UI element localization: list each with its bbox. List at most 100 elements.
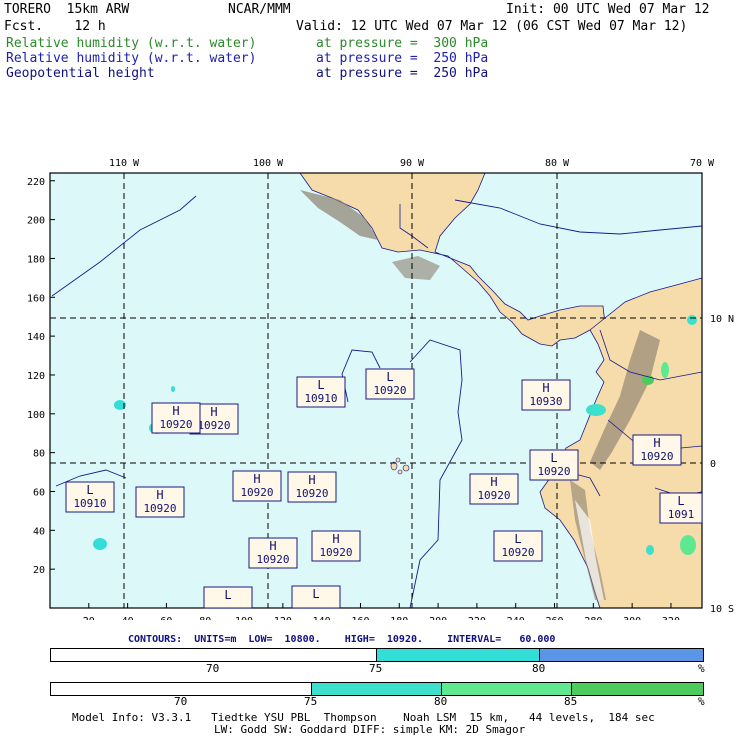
low-pressure-label: L10920 <box>493 530 543 562</box>
longitude-labels: 110 W 100 W 90 W 80 W 70 W <box>109 158 715 169</box>
y-tick-label: 80 <box>33 449 45 460</box>
x-tick-label: 40 <box>122 616 134 620</box>
system-type: H <box>308 473 315 487</box>
latitude-labels: 10 N 0 10 S <box>710 314 734 615</box>
colorbar2-label-70: 70 <box>174 695 188 708</box>
system-type: L <box>86 483 93 497</box>
lon-label: 110 W <box>109 158 140 169</box>
colorbar1-label-75: 75 <box>369 662 383 675</box>
model-info-line2: LW: Godd SW: Goddard DIFF: simple KM: 2D… <box>214 723 526 736</box>
colorbar1-label-percent: % <box>698 662 705 675</box>
colorbar2-swatch-85 <box>572 683 703 695</box>
system-value: 10920 <box>295 487 328 500</box>
system-type: H <box>172 404 179 418</box>
system-value: 10920 <box>373 384 406 397</box>
system-value: 10930 <box>529 395 562 408</box>
field1-level: at pressure = 300 hPa <box>316 36 489 51</box>
low-pressure-label: L10910 <box>296 376 346 408</box>
y-tick-label: 160 <box>27 293 45 304</box>
high-pressure-label: H10930 <box>521 379 571 411</box>
system-type: H <box>542 381 549 395</box>
forecast-hour: Fcst. 12 h <box>4 19 106 34</box>
colorbar1-label-80: 80 <box>532 662 546 675</box>
low-pressure-label: L <box>203 586 253 609</box>
high-pressure-label: H10920 <box>469 473 519 505</box>
x-tick-label: 20 <box>83 616 95 620</box>
low-pressure-label: L <box>291 585 341 609</box>
x-tick-label: 320 <box>662 616 680 620</box>
system-type: H <box>269 539 276 553</box>
field2-level: at pressure = 250 hPa <box>316 51 489 66</box>
lat-label: 10 N <box>710 314 734 325</box>
system-value: 10920 <box>640 450 673 463</box>
system-value: 10920 <box>319 546 352 559</box>
system-type: L <box>386 370 393 384</box>
model-title: TORERO 15km ARW <box>4 2 130 17</box>
high-pressure-label: H10920 <box>248 537 298 569</box>
lon-label: 80 W <box>545 158 570 169</box>
organization-label: NCAR/MMM <box>228 2 291 17</box>
x-tick-label: 160 <box>351 616 369 620</box>
field1-name: Relative humidity (w.r.t. water) <box>6 36 257 51</box>
system-value: 10920 <box>256 553 289 566</box>
y-tick-label: 220 <box>27 177 45 188</box>
y-tick-label: 40 <box>33 526 45 537</box>
system-value: 10910 <box>73 497 106 510</box>
system-type: H <box>210 405 217 419</box>
lon-label: 70 W <box>690 158 715 169</box>
colorbar1-swatch-80 <box>540 649 703 661</box>
colorbar1-swatch-75 <box>377 649 540 661</box>
x-tick-label: 60 <box>160 616 172 620</box>
system-type: H <box>156 488 163 502</box>
y-tick-label: 120 <box>27 371 45 382</box>
y-tick-label: 100 <box>27 410 45 421</box>
system-value: 1091 <box>668 508 695 521</box>
high-pressure-label: H10920 <box>135 486 185 518</box>
colorbar2-swatch-75 <box>312 683 442 695</box>
x-tick-label: 140 <box>313 616 331 620</box>
low-pressure-label: L10910 <box>65 481 115 513</box>
colorbar-rh300 <box>50 648 704 662</box>
system-type: L <box>677 494 684 508</box>
system-value: 10920 <box>143 502 176 515</box>
colorbar2-label-80: 80 <box>434 695 448 708</box>
lat-label: 0 <box>710 459 716 470</box>
x-tick-label: 120 <box>274 616 292 620</box>
weather-map: 110 W 100 W 90 W 80 W 70 W 10 N 0 10 S 20 40 60 8… <box>27 158 734 620</box>
x-tick-label: 80 <box>199 616 211 620</box>
colorbar2-swatch-below <box>51 683 312 695</box>
x-tick-label: 300 <box>623 616 641 620</box>
y-tick-label: 140 <box>27 332 45 343</box>
lat-label: 10 S <box>710 604 734 615</box>
colorbar2-label-85: 85 <box>564 695 578 708</box>
y-tick-label: 60 <box>33 487 45 498</box>
colorbar1-label-70: 70 <box>206 662 220 675</box>
contour-info: CONTOURS: UNITS=m LOW= 10800. HIGH= 1092… <box>128 634 556 645</box>
system-type: H <box>653 436 660 450</box>
x-tick-label: 100 <box>235 616 253 620</box>
x-tick-label: 260 <box>545 616 563 620</box>
low-pressure-label: L1091 <box>659 492 703 524</box>
system-value: 10920 <box>537 465 570 478</box>
valid-time: Valid: 12 UTC Wed 07 Mar 12 (06 CST Wed … <box>296 19 688 34</box>
y-tick-label: 20 <box>33 565 45 576</box>
system-type: L <box>317 378 324 392</box>
x-tick-label: 220 <box>468 616 486 620</box>
system-type: H <box>332 532 339 546</box>
high-pressure-label: H10920 <box>287 471 337 503</box>
x-tick-label: 240 <box>507 616 525 620</box>
y-tick-label: 180 <box>27 254 45 265</box>
field2-name: Relative humidity (w.r.t. water) <box>6 51 257 66</box>
field3-name: Geopotential height <box>6 66 155 81</box>
system-value: 10910 <box>304 392 337 405</box>
lon-label: 100 W <box>253 158 284 169</box>
colorbar-rh250 <box>50 682 704 696</box>
system-type: H <box>253 472 260 486</box>
system-value: 10920 <box>477 489 510 502</box>
system-type: L <box>514 532 521 546</box>
colorbar2-label-75: 75 <box>304 695 318 708</box>
init-time: Init: 00 UTC Wed 07 Mar 12 <box>506 2 710 17</box>
x-tick-label: 180 <box>390 616 408 620</box>
colorbar1-swatch-below <box>51 649 377 661</box>
high-pressure-label: H10920 <box>311 530 361 562</box>
